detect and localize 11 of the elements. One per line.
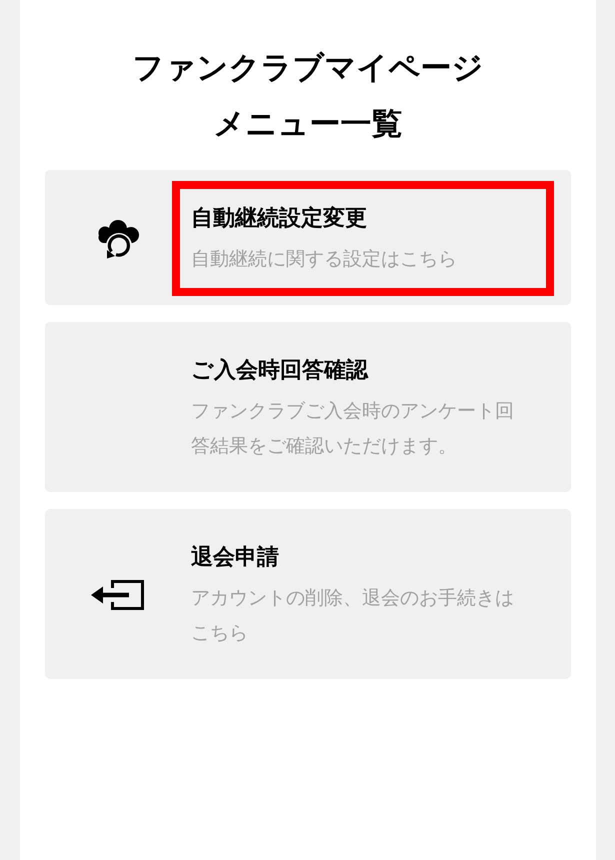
menu-title: ご入会時回答確認	[191, 357, 370, 383]
menu-description: アカウントの削除、退会のお手続きはこちら	[191, 587, 515, 646]
menu-card[interactable]: 自動継続設定変更 自動継続に関する設定はこちら	[45, 170, 571, 305]
menu-description: 自動継続に関する設定はこちら	[191, 248, 458, 272]
menu-card[interactable]: ご入会時回答確認 ファンクラブご入会時のアンケート回答結果をご確認いただけます。	[45, 322, 571, 492]
exit-arrow-icon	[91, 580, 145, 610]
menu-description: ファンクラブご入会時のアンケート回答結果をご確認いただけます。	[191, 400, 515, 459]
page-title: ファンクラブマイページ メニュー一覧	[132, 49, 484, 143]
menu-title: 退会申請	[191, 544, 280, 570]
menu-title: 自動継続設定変更	[191, 205, 368, 231]
menu-card[interactable]: 退会申請 アカウントの削除、退会のお手続きはこちら	[45, 509, 571, 679]
